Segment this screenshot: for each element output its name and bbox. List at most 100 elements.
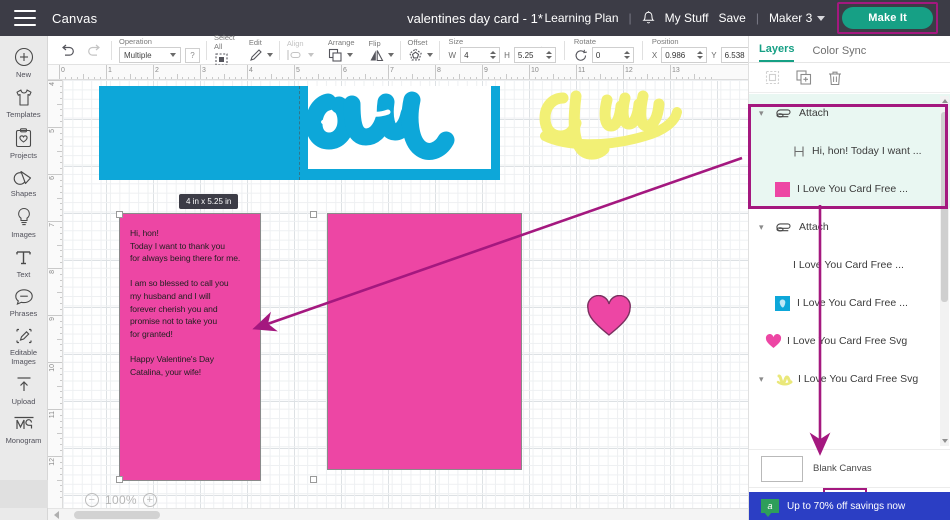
yellow-script-text[interactable] <box>533 84 693 179</box>
layer-row-heart[interactable]: I Love You Card Free Svg <box>749 322 950 360</box>
sidebar-item-new[interactable]: New <box>0 42 47 83</box>
canvas-background-label: Blank Canvas <box>813 463 872 474</box>
make-it-button[interactable]: Make It <box>842 7 933 29</box>
ruler-major-tick <box>106 65 107 79</box>
offset-icon[interactable] <box>408 48 423 62</box>
ruler-tick-label: 7 <box>390 67 394 74</box>
blue-script-text[interactable] <box>305 84 498 179</box>
layer-row-attach-2[interactable]: ▾ Attach <box>749 208 950 246</box>
clipboard-heart-icon <box>15 128 32 148</box>
ruler-major-tick <box>623 65 624 79</box>
design-canvas[interactable]: 0 1 2 3 4 5 6 7 8 9 10 11 12 13 4 5 6 7 8 9 10 11 12 <box>48 65 748 520</box>
layer-row-blue-1[interactable]: I Love You Card Free ... <box>749 284 950 322</box>
sidebar-label: Editable Images <box>9 348 38 366</box>
pink-card-left[interactable]: Hi, hon! Today I want to thank you for a… <box>119 213 261 481</box>
operation-select[interactable]: Multiple <box>119 47 181 63</box>
height-input[interactable]: 5.25 <box>513 47 556 63</box>
chevron-down-icon[interactable] <box>426 53 433 57</box>
canvas-grid[interactable]: 4 in x 5.25 in Hi, hon! Today I want to … <box>63 80 748 520</box>
sidebar-item-projects[interactable]: Projects <box>0 123 47 164</box>
bell-icon[interactable] <box>642 10 655 26</box>
chevron-down-icon[interactable] <box>266 53 273 57</box>
rotate-group: Rotate 0 <box>565 36 643 65</box>
sidebar-item-editable-images[interactable]: Editable Images <box>0 322 47 370</box>
layer-row-yellow[interactable]: ▾ I Love You Card Free Svg <box>749 360 950 398</box>
chevron-down-icon[interactable]: ▾ <box>759 374 769 385</box>
scroll-down-arrow-icon[interactable] <box>942 439 948 443</box>
sidebar-item-text[interactable]: Text <box>0 243 47 283</box>
ruler-tick-label: 9 <box>484 67 488 74</box>
sidebar-label: New <box>15 70 31 79</box>
selection-handle-tr[interactable] <box>310 211 317 218</box>
sidebar-item-images[interactable]: Images <box>0 202 47 243</box>
rotate-input[interactable]: 0 <box>591 47 634 63</box>
chevron-down-icon[interactable]: ▾ <box>759 222 769 233</box>
sidebar-item-monogram[interactable]: Monogram <box>0 410 47 449</box>
ruler-major-tick <box>341 65 342 79</box>
my-stuff-link[interactable]: My Stuff <box>665 11 709 25</box>
rotate-stepper[interactable] <box>623 51 630 59</box>
scroll-up-arrow-icon[interactable] <box>942 99 948 103</box>
ruler-tick-label: 5 <box>49 129 56 133</box>
hamburger-icon[interactable] <box>14 10 36 26</box>
chevron-down-icon[interactable] <box>387 53 394 57</box>
sidebar-item-templates[interactable]: Templates <box>0 83 47 123</box>
tab-layers[interactable]: Layers <box>759 43 795 62</box>
canvas-background-row[interactable]: Blank Canvas <box>749 449 950 487</box>
yellow-script-icon[interactable] <box>776 372 793 387</box>
horizontal-scrollbar[interactable] <box>48 508 748 520</box>
height-stepper[interactable] <box>545 51 552 59</box>
chevron-down-icon <box>307 53 314 57</box>
pink-heart-shape[interactable] <box>585 294 633 340</box>
selection-handle-bl[interactable] <box>116 476 123 483</box>
arrange-icon[interactable] <box>328 48 343 62</box>
ruler-major-tick <box>529 65 530 79</box>
ruler-tick-label: 6 <box>49 176 56 180</box>
ruler-major-tick <box>435 65 436 79</box>
operation-help-button[interactable]: ? <box>185 47 200 63</box>
tab-color-sync[interactable]: Color Sync <box>812 45 866 62</box>
canvas-color-swatch[interactable] <box>761 455 803 482</box>
learning-plan-link[interactable]: Learning Plan <box>544 11 618 25</box>
layer-row-text-2[interactable]: I Love You Card Free ... <box>749 246 950 284</box>
scrollbar-thumb[interactable] <box>74 511 160 519</box>
flip-icon[interactable] <box>369 49 384 62</box>
sidebar-item-phrases[interactable]: Phrases <box>0 283 47 322</box>
selection-handle-tl[interactable] <box>116 211 123 218</box>
rotate-icon[interactable] <box>574 49 588 62</box>
speech-bubble-icon <box>14 288 34 306</box>
width-stepper[interactable] <box>490 51 497 59</box>
machine-selector[interactable]: Maker 3 <box>769 11 826 25</box>
duplicate-icon[interactable] <box>796 70 812 85</box>
chevron-down-icon[interactable] <box>346 53 353 57</box>
ruler-major-tick <box>59 65 60 79</box>
save-button[interactable]: Save <box>718 11 745 25</box>
scroll-left-arrow-icon[interactable] <box>54 511 59 519</box>
redo-icon[interactable] <box>87 44 102 57</box>
promo-banner[interactable]: a Up to 70% off savings now <box>749 492 950 520</box>
undo-icon[interactable] <box>60 44 75 57</box>
separator-2: | <box>755 11 759 25</box>
minus-circle-icon[interactable]: − <box>85 493 99 507</box>
pencil-icon[interactable] <box>249 48 263 62</box>
group-icon[interactable] <box>765 70 780 85</box>
selection-handle-br[interactable] <box>310 476 317 483</box>
ruler-tick-label: 4 <box>49 82 56 86</box>
layer-actions-row <box>749 63 950 93</box>
width-input[interactable]: 4 <box>460 47 501 63</box>
heart-icon[interactable] <box>765 333 782 349</box>
sidebar-item-upload[interactable]: Upload <box>0 370 47 410</box>
pink-card-right[interactable] <box>327 213 522 470</box>
shapes-icon <box>13 169 34 186</box>
layer-name: I Love You Card Free Svg <box>798 373 919 385</box>
x-input[interactable]: 0.986 <box>661 47 708 63</box>
trash-icon[interactable] <box>828 70 842 86</box>
text-t-icon <box>14 248 33 267</box>
promo-badge-icon: a <box>761 499 779 517</box>
sidebar-item-shapes[interactable]: Shapes <box>0 164 47 202</box>
layer-color-swatch[interactable] <box>775 295 790 311</box>
arrange-label: Arrange <box>327 38 355 47</box>
plus-circle-icon[interactable]: + <box>142 493 157 507</box>
x-value: 0.986 <box>665 50 686 60</box>
x-stepper[interactable] <box>697 51 704 59</box>
